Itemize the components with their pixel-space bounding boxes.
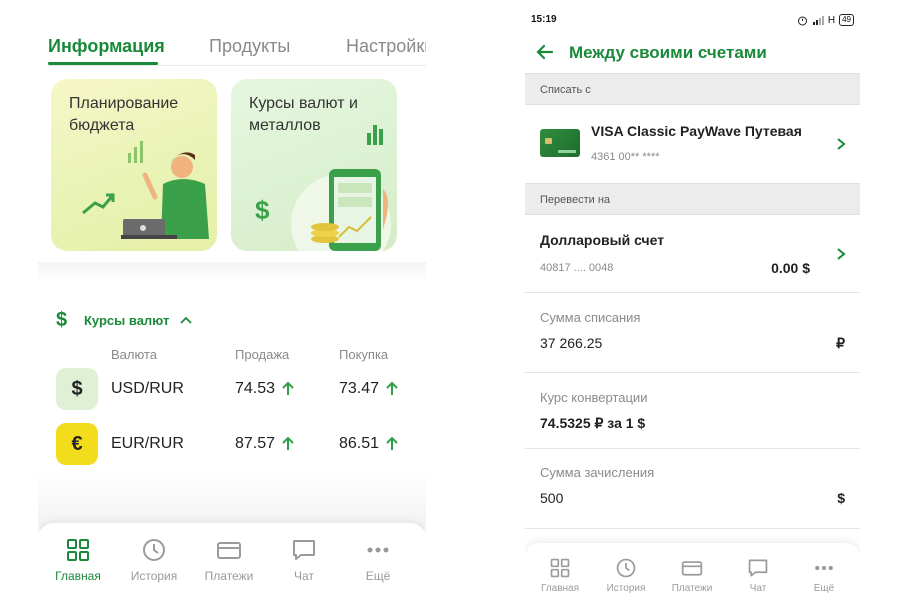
chevron-right-icon bbox=[837, 138, 846, 150]
currency-pair: USD/RUR bbox=[111, 380, 184, 397]
chevron-right-icon bbox=[837, 248, 846, 260]
chat-icon bbox=[748, 559, 768, 577]
from-account-name: VISA Classic PayWave Путевая bbox=[591, 123, 802, 139]
clock-icon bbox=[143, 539, 165, 561]
rates-section-title: Курсы валют bbox=[84, 312, 170, 328]
tab-settings[interactable]: Настройки bbox=[346, 36, 426, 57]
column-header-sell: Продажа bbox=[235, 347, 290, 362]
to-account-number: 40817 .... 0048 bbox=[540, 262, 614, 274]
currency-badge-eur: € bbox=[56, 423, 98, 465]
dollar-icon: $ bbox=[56, 308, 68, 331]
arrow-up-icon bbox=[386, 381, 398, 395]
network-type: H bbox=[827, 14, 836, 26]
nav-chat[interactable]: Чат bbox=[266, 537, 342, 583]
sell-rate: 74.53 bbox=[235, 380, 276, 397]
field-label: Курс конвертации bbox=[540, 390, 648, 405]
nav-home[interactable]: Главная bbox=[40, 537, 116, 583]
field-value: 74.5325 ₽ за 1 $ bbox=[540, 415, 646, 431]
column-header-buy: Покупка bbox=[339, 347, 389, 362]
top-bar: Между своими счетами bbox=[525, 40, 860, 70]
arrow-up-icon bbox=[282, 381, 294, 395]
card-icon bbox=[681, 561, 703, 576]
rates-illustration-icon: $ bbox=[255, 125, 391, 251]
budget-illustration-icon bbox=[82, 141, 209, 239]
bottom-nav: Главная История Платежи Чат Ещё bbox=[525, 543, 860, 615]
nav-label: Ещё bbox=[813, 583, 835, 594]
rate-row-eur[interactable]: € EUR/RUR 87.57 86.51 bbox=[38, 423, 426, 469]
from-account-selector[interactable]: VISA Classic PayWave Путевая 4361 00** *… bbox=[525, 105, 860, 183]
nav-label: Ещё bbox=[365, 569, 391, 583]
nav-more[interactable]: Ещё bbox=[340, 537, 416, 583]
to-account-selector[interactable]: Долларовый счет 40817 .... 0048 0.00 $ bbox=[525, 215, 860, 293]
back-arrow-icon[interactable] bbox=[535, 42, 555, 62]
dollar-sign: $ bbox=[837, 490, 845, 506]
from-section-label: Списать с bbox=[525, 73, 860, 105]
status-icons: H 49 bbox=[797, 14, 854, 26]
status-time: 15:19 bbox=[531, 14, 557, 25]
left-screen: Информация Продукты Настройки Планирован… bbox=[38, 0, 426, 615]
debit-amount-field[interactable]: Сумма списания 37 266.25 ₽ bbox=[525, 293, 860, 373]
buy-rate: 86.51 bbox=[339, 435, 380, 452]
budget-planning-card[interactable]: Планирование бюджета bbox=[51, 79, 217, 251]
rate-row-usd[interactable]: $ USD/RUR 74.53 73.47 bbox=[38, 368, 426, 414]
nav-history[interactable]: История bbox=[593, 557, 659, 594]
tab-info[interactable]: Информация bbox=[48, 36, 165, 57]
tabs-divider bbox=[48, 65, 426, 66]
alarm-icon bbox=[797, 16, 807, 25]
nav-more[interactable]: Ещё bbox=[791, 557, 857, 594]
nav-label: Чат bbox=[749, 583, 767, 594]
conversion-rate-field: Курс конвертации 74.5325 ₽ за 1 $ bbox=[525, 373, 860, 449]
credit-amount-field[interactable]: Сумма зачисления 500 $ bbox=[525, 449, 860, 529]
svg-text:$: $ bbox=[255, 195, 270, 225]
grid-icon bbox=[67, 539, 89, 561]
arrow-up-icon bbox=[282, 436, 294, 450]
nav-label: Чат bbox=[294, 569, 314, 583]
nav-label: Платежи bbox=[204, 569, 254, 583]
nav-label: Платежи bbox=[671, 583, 713, 594]
sell-rate: 87.57 bbox=[235, 435, 276, 452]
bank-card-icon bbox=[540, 129, 580, 157]
buy-rate: 73.47 bbox=[339, 380, 380, 397]
right-screen: 15:19 H 49 Между своими счетами Списать … bbox=[525, 0, 860, 615]
nav-label: История bbox=[606, 583, 646, 594]
to-account-balance: 0.00 $ bbox=[771, 260, 810, 276]
clock-icon bbox=[616, 558, 636, 578]
nav-label: Главная bbox=[540, 583, 580, 594]
ruble-sign: ₽ bbox=[836, 335, 845, 351]
bottom-fade bbox=[38, 470, 426, 530]
currency-badge-usd: $ bbox=[56, 368, 98, 410]
bottom-nav: Главная История Платежи Чат Ещё bbox=[38, 523, 426, 615]
field-label: Сумма зачисления bbox=[540, 465, 655, 480]
more-icon bbox=[815, 565, 833, 571]
section-separator bbox=[38, 262, 426, 282]
field-value: 500 bbox=[540, 490, 564, 506]
from-account-number: 4361 00** **** bbox=[591, 151, 660, 163]
currency-pair: EUR/RUR bbox=[111, 435, 184, 452]
grid-icon bbox=[550, 558, 570, 578]
tab-products[interactable]: Продукты bbox=[209, 36, 290, 57]
field-label: Сумма списания bbox=[540, 310, 641, 325]
nav-label: История bbox=[130, 569, 178, 583]
rates-section-toggle[interactable]: $ Курсы валют bbox=[56, 308, 193, 332]
battery-indicator: 49 bbox=[839, 14, 854, 26]
field-value: 37 266.25 bbox=[540, 335, 603, 351]
to-account-name: Долларовый счет bbox=[540, 232, 665, 248]
nav-home[interactable]: Главная bbox=[527, 557, 593, 594]
to-section-label: Перевести на bbox=[525, 183, 860, 215]
page-title: Между своими счетами bbox=[569, 43, 767, 62]
status-bar: 15:19 H 49 bbox=[531, 14, 854, 30]
nav-label: Главная bbox=[55, 569, 101, 583]
more-icon bbox=[367, 547, 389, 553]
card-icon bbox=[217, 542, 241, 559]
currency-rates-card[interactable]: Курсы валют и металлов $ bbox=[231, 79, 397, 251]
signal-icon bbox=[812, 16, 824, 25]
chat-icon bbox=[293, 540, 315, 560]
nav-payments[interactable]: Платежи bbox=[191, 537, 267, 583]
arrow-up-icon bbox=[386, 436, 398, 450]
nav-history[interactable]: История bbox=[116, 537, 192, 583]
column-header-currency: Валюта bbox=[111, 347, 157, 362]
nav-payments[interactable]: Платежи bbox=[659, 557, 725, 594]
nav-chat[interactable]: Чат bbox=[725, 557, 791, 594]
chevron-up-icon bbox=[180, 316, 192, 324]
